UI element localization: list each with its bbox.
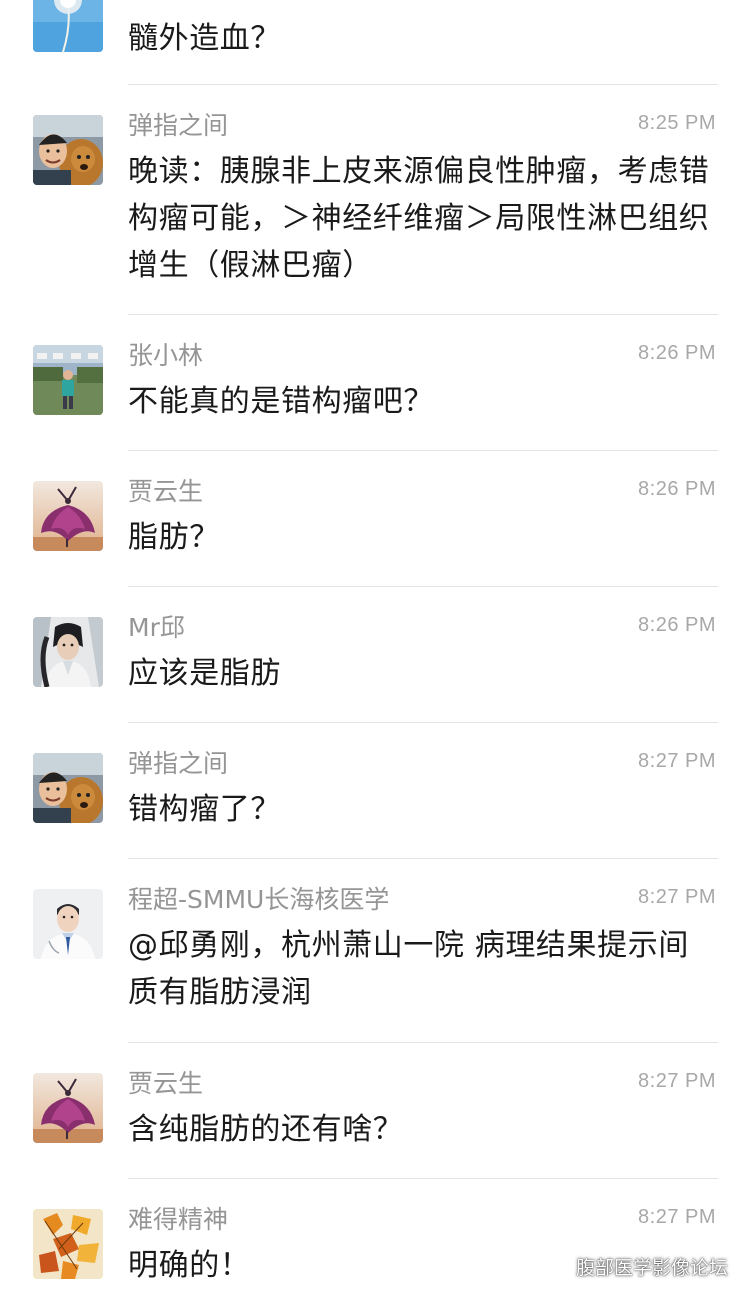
man-with-dog-avatar-icon[interactable] — [33, 753, 103, 823]
chat-message[interactable]: 张小林 8:26 PM 不能真的是错构瘤吧？ — [0, 315, 750, 451]
sender-name[interactable]: 贾云生 — [128, 476, 203, 508]
chat-message[interactable]: Mr邱 8:26 PM 应该是脂肪 — [0, 587, 750, 723]
sender-name[interactable]: 难得精神 — [128, 1204, 228, 1236]
sender-name[interactable]: 张小林 — [128, 340, 203, 372]
message-timestamp: 8:26 PM — [638, 342, 716, 364]
chat-message[interactable]: 难得精神 8:27 PM 明确的！ — [0, 1179, 750, 1300]
message-text: 髓外造血？ — [128, 21, 281, 56]
message-timestamp: 8:27 PM — [638, 1070, 716, 1092]
message-timestamp: 8:26 PM — [638, 614, 716, 636]
message-timestamp: 8:27 PM — [638, 886, 716, 908]
autumn-leaves-avatar-icon[interactable] — [33, 1209, 103, 1279]
sender-name[interactable]: 贾云生 — [128, 1068, 203, 1100]
wechat-icon — [546, 1254, 570, 1279]
dancer-avatar-icon[interactable] — [33, 1073, 103, 1143]
message-text: 错构瘤了？ — [128, 792, 281, 827]
sender-name[interactable]: 弹指之间 — [128, 748, 228, 780]
chat-message[interactable]: 弹指之间 8:27 PM 错构瘤了？ — [0, 723, 750, 859]
watermark: 腹部医学影像论坛 — [546, 1253, 728, 1280]
chat-message[interactable]: 贾云生 8:27 PM 含纯脂肪的还有啥？ — [0, 1043, 750, 1179]
chat-message[interactable]: 弹指之间 8:25 PM 晚读：胰腺非上皮来源偏良性肿瘤，考虑错构瘤可能，＞神经… — [0, 85, 750, 315]
message-text: 含纯脂肪的还有啥？ — [128, 1112, 404, 1147]
chat-message[interactable]: 贾云生 8:26 PM 脂肪？ — [0, 451, 750, 587]
message-timestamp: 8:26 PM — [638, 478, 716, 500]
person-outdoors-avatar-icon[interactable] — [33, 345, 103, 415]
costume-portrait-avatar-icon[interactable] — [33, 617, 103, 687]
message-text: @邱勇刚，杭州萧山一院 病理结果提示间质有脂肪浸润 — [128, 928, 689, 1010]
message-timestamp: 8:25 PM — [638, 112, 716, 134]
sender-name[interactable]: Mr邱 — [128, 612, 185, 644]
message-text: 晚读：胰腺非上皮来源偏良性肿瘤，考虑错构瘤可能，＞神经纤维瘤＞局限性淋巴组织增生… — [128, 154, 710, 283]
message-timestamp: 8:27 PM — [638, 750, 716, 772]
dancer-avatar-icon[interactable] — [33, 481, 103, 551]
message-text: 不能真的是错构瘤吧？ — [128, 384, 434, 419]
message-timestamp: 8:27 PM — [638, 1206, 716, 1228]
chat-message[interactable]: 程超-SMMU长海核医学 8:27 PM @邱勇刚，杭州萧山一院 病理结果提示间… — [0, 859, 750, 1043]
chat-message[interactable]: 髓外造血？ — [0, 0, 750, 85]
doctor-avatar-icon[interactable] — [33, 889, 103, 959]
message-text: 脂肪？ — [128, 520, 220, 555]
sender-name[interactable]: 弹指之间 — [128, 110, 228, 142]
chat-history-list[interactable]: 髓外造血？ 弹指之间 8:25 PM 晚读：胰腺非上皮来源偏良性肿瘤，考虑错构瘤… — [0, 0, 750, 1300]
watermark-text: 腹部医学影像论坛 — [575, 1257, 728, 1279]
dandelion-avatar-icon[interactable] — [33, 0, 103, 52]
man-with-dog-avatar-icon[interactable] — [33, 115, 103, 185]
sender-name[interactable]: 程超-SMMU长海核医学 — [128, 884, 389, 916]
message-text: 应该是脂肪 — [128, 656, 281, 691]
